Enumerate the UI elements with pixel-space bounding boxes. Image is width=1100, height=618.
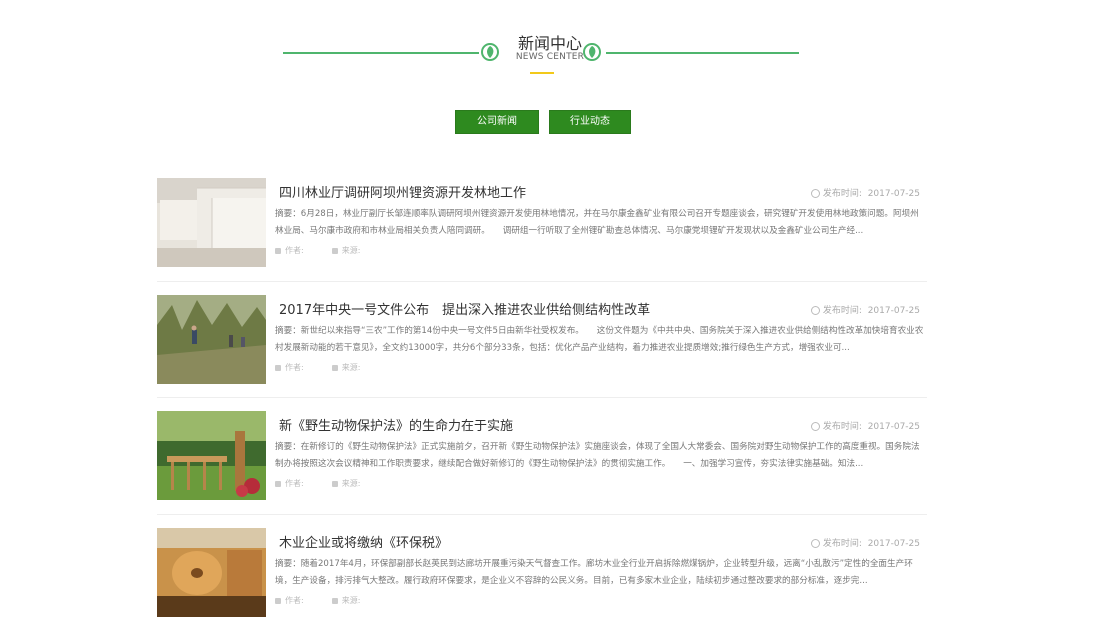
source-icon [331, 480, 338, 487]
source-label: 来源: [341, 246, 361, 255]
news-item[interactable]: 木业企业或将缴纳《环保税》 发布时间: 2017-07-25 摘要：随着2017… [157, 528, 927, 618]
section-header: 新闻中心 NEWS CENTER [0, 30, 1100, 90]
user-icon [275, 597, 281, 604]
news-item[interactable]: 新《野生动物保护法》的生命力在于实施 发布时间: 2017-07-25 摘要：在… [157, 411, 927, 501]
date-prefix: 发布时间: [822, 539, 862, 549]
news-date: 发布时间: 2017-07-25 [810, 186, 920, 199]
date-value: 2017-07-25 [867, 306, 920, 316]
clock-icon [810, 306, 820, 315]
clock-icon [810, 422, 820, 431]
news-date: 发布时间: 2017-07-25 [810, 303, 920, 316]
clock-icon [810, 189, 820, 198]
divider [157, 281, 927, 282]
news-item[interactable]: 2017年中央一号文件公布 提出深入推进农业供给侧结构性改革 发布时间: 201… [157, 295, 927, 385]
divider [157, 397, 927, 398]
user-icon [275, 480, 281, 487]
news-title[interactable]: 四川林业厅调研阿坝州锂资源开发林地工作 [279, 182, 526, 201]
date-value: 2017-07-25 [867, 422, 920, 432]
source-label: 来源: [341, 363, 361, 372]
source-label: 来源: [341, 479, 361, 488]
divider [157, 514, 927, 515]
news-title[interactable]: 2017年中央一号文件公布 提出深入推进农业供给侧结构性改革 [279, 299, 650, 318]
news-meta: 作者: 来源: [275, 245, 388, 256]
source-icon [331, 597, 338, 604]
news-thumbnail[interactable] [157, 411, 266, 500]
news-item[interactable]: 四川林业厅调研阿坝州锂资源开发林地工作 发布时间: 2017-07-25 摘要：… [157, 178, 927, 268]
author-label: 作者: [285, 596, 304, 605]
author-label: 作者: [285, 246, 304, 255]
news-meta: 作者: 来源: [275, 595, 388, 606]
date-value: 2017-07-25 [867, 189, 920, 199]
news-thumbnail[interactable] [157, 528, 266, 617]
source-label: 来源: [341, 596, 361, 605]
news-thumbnail[interactable] [157, 178, 266, 267]
header-line-right [606, 52, 799, 54]
clock-icon [810, 539, 820, 548]
date-prefix: 发布时间: [822, 306, 862, 316]
tab-industry-news[interactable]: 行业动态 [549, 110, 631, 134]
user-icon [275, 364, 281, 371]
source-icon [331, 247, 338, 254]
news-title[interactable]: 木业企业或将缴纳《环保税》 [279, 532, 448, 551]
title-underline [530, 72, 554, 74]
source-icon [331, 364, 338, 371]
author-label: 作者: [285, 363, 304, 372]
news-meta: 作者: 来源: [275, 362, 388, 373]
news-meta: 作者: 来源: [275, 478, 388, 489]
date-prefix: 发布时间: [822, 422, 862, 432]
news-date: 发布时间: 2017-07-25 [810, 419, 920, 432]
news-summary: 摘要：在新修订的《野生动物保护法》正式实施前夕，召开新《野生动物保护法》实施座谈… [275, 442, 920, 469]
page-subtitle: NEWS CENTER [515, 52, 585, 62]
user-icon [275, 247, 281, 254]
news-date: 发布时间: 2017-07-25 [810, 536, 920, 549]
leaf-icon [583, 43, 601, 61]
news-summary: 摘要：6月28日，林业厅副厅长邹连顺率队调研阿坝州锂资源开发使用林地情况，并在马… [275, 209, 919, 236]
page-title: 新闻中心 [517, 34, 582, 53]
news-summary: 摘要：随着2017年4月，环保部副部长赵英民到达廊坊开展重污染天气督查工作。廊坊… [275, 559, 913, 586]
tab-company-news[interactable]: 公司新闻 [455, 110, 539, 134]
author-label: 作者: [285, 479, 304, 488]
news-title[interactable]: 新《野生动物保护法》的生命力在于实施 [279, 415, 513, 434]
date-prefix: 发布时间: [822, 189, 862, 199]
news-summary: 摘要：新世纪以来指导“三农”工作的第14份中央一号文件5日由新华社受权发布。 这… [275, 326, 924, 353]
news-thumbnail[interactable] [157, 295, 266, 384]
date-value: 2017-07-25 [867, 539, 920, 549]
news-tabs: 公司新闻 行业动态 [0, 110, 1100, 134]
